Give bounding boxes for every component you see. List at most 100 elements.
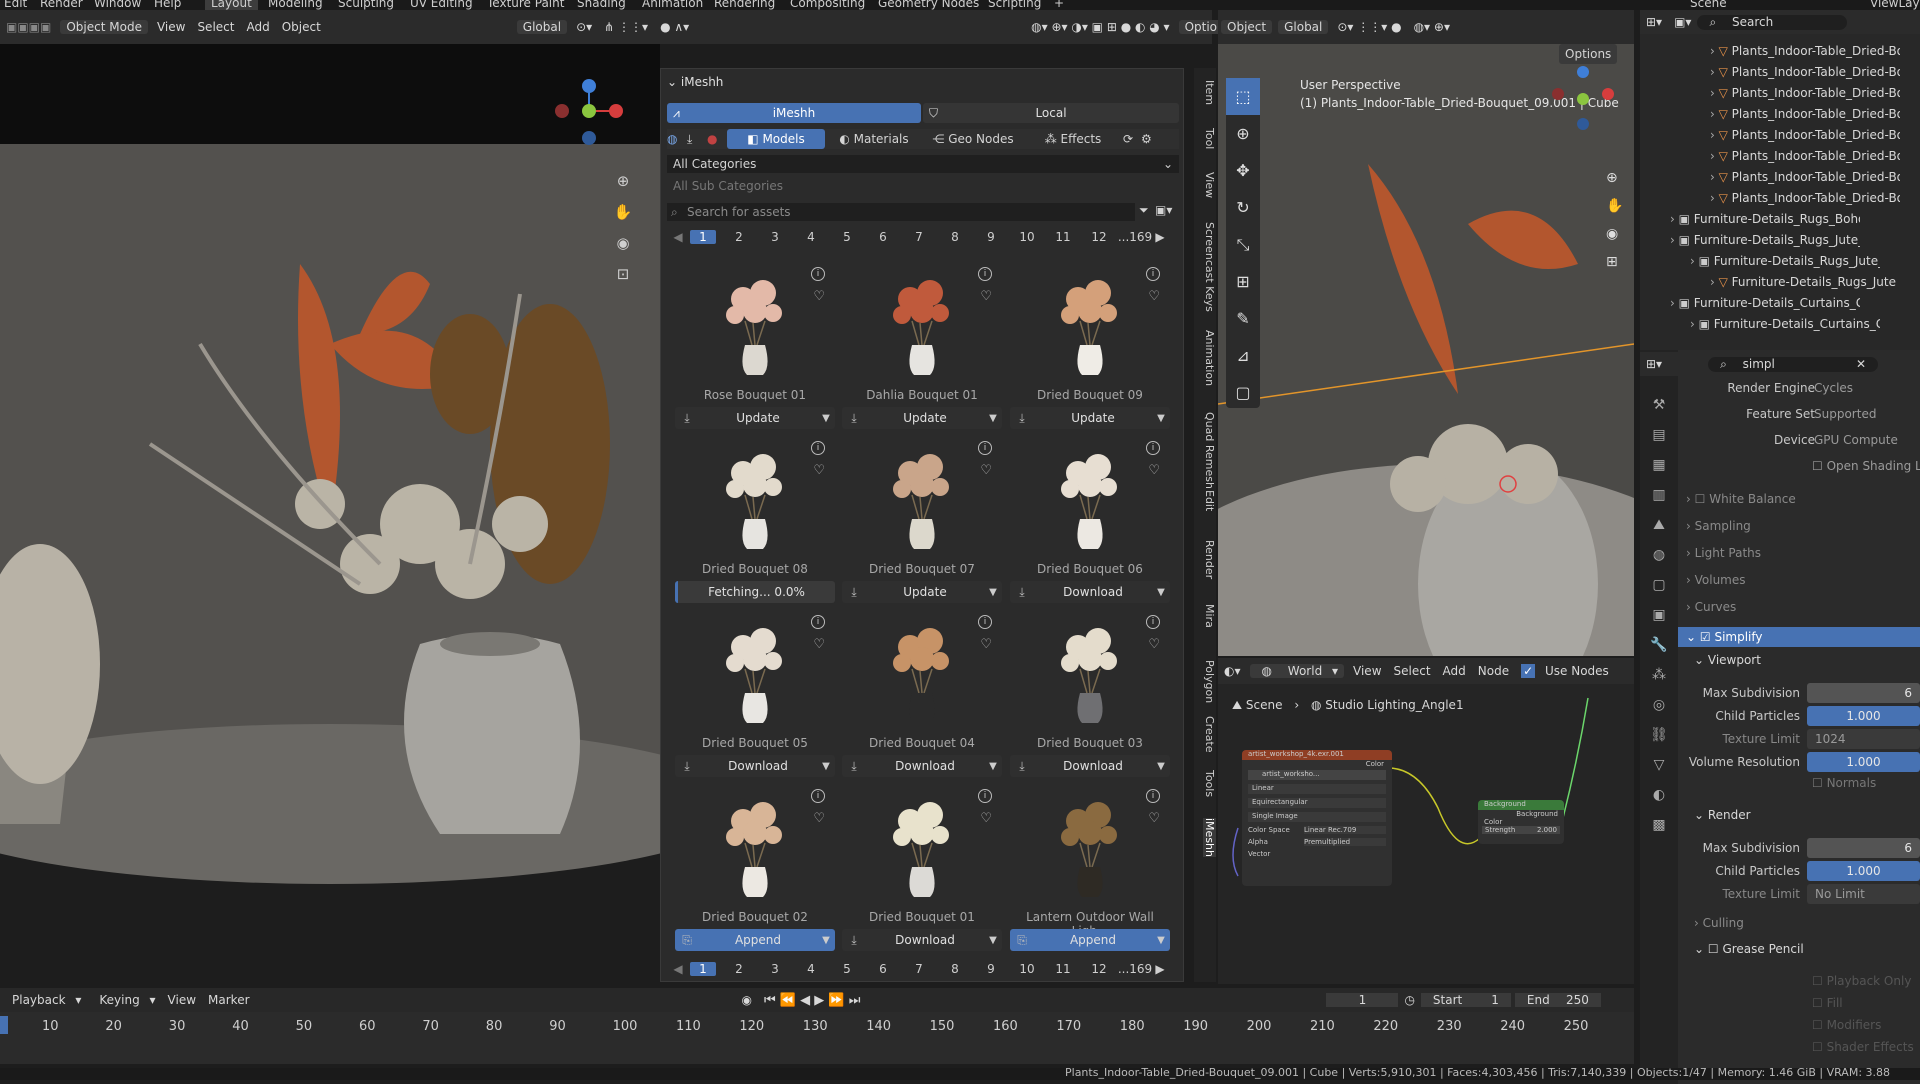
collapse-icon[interactable]: ⌄ bbox=[667, 75, 681, 89]
marker-menu[interactable]: Marker bbox=[202, 993, 255, 1007]
chevron-down-icon[interactable]: ▼ bbox=[817, 761, 835, 772]
sidebar-tab-render[interactable]: Render bbox=[1203, 540, 1216, 579]
constraints-icon[interactable]: ⛓ bbox=[1640, 720, 1678, 750]
asset-action-button[interactable]: ⤓ Update ▼ bbox=[1010, 407, 1170, 429]
render-engine-dropdown[interactable]: Cycles bbox=[1814, 381, 1853, 395]
info-icon[interactable]: i bbox=[811, 267, 825, 281]
page-5[interactable]: 5 bbox=[829, 962, 865, 976]
chevron-down-icon[interactable]: ▼ bbox=[1152, 413, 1170, 424]
asset-card[interactable]: i ♡ Dried Bouquet 01 ⤓ Download ▼ bbox=[842, 785, 1002, 953]
panel-white-balance[interactable]: › ☐ White Balance bbox=[1686, 492, 1920, 506]
asset-thumbnail[interactable] bbox=[675, 263, 835, 397]
page-3[interactable]: 3 bbox=[757, 230, 793, 244]
current-frame-field[interactable]: 1 bbox=[1326, 993, 1399, 1007]
playhead[interactable] bbox=[0, 1016, 8, 1034]
info-icon[interactable]: i bbox=[978, 789, 992, 803]
image-selector[interactable]: artist_worksho... bbox=[1248, 770, 1386, 780]
camera-icon[interactable]: ◉ bbox=[612, 228, 634, 259]
texture-limit-dropdown[interactable]: 1024 bbox=[1807, 729, 1920, 749]
asset-thumbnail[interactable] bbox=[1010, 263, 1170, 397]
chevron-down-icon[interactable]: ▼ bbox=[1152, 587, 1170, 598]
gp-shader-effects-checkbox[interactable]: ☐ Shader Effects bbox=[1812, 1040, 1914, 1054]
page-1[interactable]: 1 bbox=[690, 962, 716, 976]
outliner-row[interactable]: › ▣ Furniture-Details_Rugs_Boho_01.001 bbox=[1670, 212, 1860, 232]
page-6[interactable]: 6 bbox=[865, 962, 901, 976]
scene-selector[interactable]: Scene bbox=[1690, 0, 1727, 10]
sidebar-tab-view[interactable]: View bbox=[1203, 172, 1216, 198]
expand-icon[interactable]: › bbox=[1710, 65, 1719, 79]
menu-help[interactable]: Help bbox=[154, 0, 181, 10]
view-toggle-icon[interactable]: ▣▾ bbox=[1155, 203, 1172, 217]
asset-action-button[interactable]: ⤓ Download ▼ bbox=[842, 929, 1002, 951]
tab-imeshh-source[interactable]: ⩘ iMeshh bbox=[667, 103, 921, 123]
keying-menu[interactable]: Keying ▾ bbox=[87, 993, 161, 1007]
expand-icon[interactable]: › bbox=[1710, 191, 1719, 205]
device-dropdown[interactable]: GPU Compute bbox=[1814, 433, 1898, 447]
checkbox-icon[interactable]: ☐ bbox=[1695, 492, 1710, 506]
add-cube-icon[interactable]: ▢ bbox=[1226, 374, 1260, 411]
page-10[interactable]: 10 bbox=[1009, 962, 1045, 976]
tab-rendering[interactable]: Rendering bbox=[714, 0, 775, 10]
outliner-row[interactable]: › ▽ Plants_Indoor-Table_Dried-Bou bbox=[1710, 149, 1900, 169]
page-10[interactable]: 10 bbox=[1009, 230, 1045, 244]
expand-icon[interactable]: › bbox=[1670, 212, 1679, 226]
info-icon[interactable]: i bbox=[1146, 267, 1160, 281]
chevron-down-icon[interactable]: ▼ bbox=[1152, 935, 1170, 946]
asset-action-button[interactable]: ⎘ Append ▼ bbox=[675, 929, 835, 951]
transform-icon[interactable]: ⊞ bbox=[1226, 263, 1260, 300]
panel-sampling[interactable]: › Sampling bbox=[1686, 519, 1920, 533]
search-input[interactable]: ⌕ Search for assets bbox=[667, 203, 1135, 221]
max-subdivision-field[interactable]: 6 bbox=[1807, 683, 1920, 703]
page-8[interactable]: 8 bbox=[937, 962, 973, 976]
panel-volumes[interactable]: › Volumes bbox=[1686, 573, 1920, 587]
sidebar-tab-tools[interactable]: Tools bbox=[1203, 770, 1216, 797]
outliner-row[interactable]: › ▽ Plants_Indoor-Table_Dried-Bou bbox=[1710, 44, 1900, 64]
outliner-row[interactable]: › ▣ Furniture-Details_Rugs_Jute_01.001 bbox=[1690, 254, 1880, 274]
page-12[interactable]: 12 bbox=[1081, 230, 1117, 244]
heart-icon[interactable]: ♡ bbox=[1148, 637, 1160, 652]
tab-layout[interactable]: Layout bbox=[205, 0, 258, 10]
sidebar-tab-animation[interactable]: Animation bbox=[1203, 330, 1216, 386]
tab-texture-paint[interactable]: Texture Paint bbox=[487, 0, 564, 10]
volume-resolution-field[interactable]: 1.000 bbox=[1807, 752, 1920, 772]
asset-card[interactable]: i ♡ Dried Bouquet 06 ⤓ Download ▼ bbox=[1010, 437, 1170, 605]
asset-action-button[interactable]: ⤓ Download ▼ bbox=[842, 755, 1002, 777]
chevron-down-icon[interactable]: ▼ bbox=[984, 587, 1002, 598]
output-icon[interactable]: ▦ bbox=[1640, 450, 1678, 480]
page-4[interactable]: 4 bbox=[793, 962, 829, 976]
menu-window[interactable]: Window bbox=[94, 0, 141, 10]
asset-action-button[interactable]: ⤓ Download ▼ bbox=[1010, 755, 1170, 777]
grease-pencil-panel[interactable]: ⌄ ☐ Grease Pencil bbox=[1694, 942, 1920, 956]
page-6[interactable]: 6 bbox=[865, 230, 901, 244]
asset-card[interactable]: i ♡ Dried Bouquet 08 Fetching... 0.0% bbox=[675, 437, 835, 605]
data-icon[interactable]: ▽ bbox=[1640, 750, 1678, 780]
asset-action-button[interactable]: ⤓ Update ▼ bbox=[842, 407, 1002, 429]
snap-icon[interactable]: ⋔ ⋮⋮▾ bbox=[598, 20, 654, 34]
checkbox-icon[interactable]: ☑ bbox=[1700, 630, 1715, 644]
measure-icon[interactable]: ⊿ bbox=[1226, 337, 1260, 374]
navigation-gizmo[interactable] bbox=[1548, 64, 1618, 137]
asset-card[interactable]: i ♡ Lantern Outdoor Wall Ligh... ⎘ Appen… bbox=[1010, 785, 1170, 953]
sidebar-tab-polygon[interactable]: Polygon bbox=[1203, 660, 1216, 703]
sidebar-tab-imeshh[interactable]: iMeshh bbox=[1203, 818, 1216, 857]
sidebar-tab-quad-remesh[interactable]: Quad Remesh bbox=[1203, 412, 1216, 489]
gear-icon[interactable]: ⚙ bbox=[1141, 132, 1159, 146]
subcategory-dropdown[interactable]: All Sub Categories bbox=[667, 177, 1179, 195]
info-icon[interactable]: i bbox=[978, 267, 992, 281]
culling-panel[interactable]: › Culling bbox=[1694, 916, 1920, 930]
pan-hand-icon[interactable]: ✋ bbox=[1606, 192, 1623, 220]
asset-action-button[interactable]: Fetching... 0.0% bbox=[675, 581, 835, 603]
annotate-icon[interactable]: ✎ bbox=[1226, 300, 1260, 337]
expand-icon[interactable]: › bbox=[1670, 296, 1679, 310]
asset-card[interactable]: i ♡ Dried Bouquet 03 ⤓ Download ▼ bbox=[1010, 611, 1170, 779]
world-icon[interactable]: ◍ bbox=[1640, 540, 1678, 570]
info-icon[interactable]: i bbox=[811, 789, 825, 803]
page-11[interactable]: 11 bbox=[1045, 962, 1081, 976]
chevron-down-icon[interactable]: ▼ bbox=[984, 935, 1002, 946]
info-icon[interactable]: i bbox=[1146, 615, 1160, 629]
strength-field[interactable]: 2.000 bbox=[1537, 826, 1557, 834]
asset-card[interactable]: i ♡ Dried Bouquet 05 ⤓ Download ▼ bbox=[675, 611, 835, 779]
expand-icon[interactable]: › bbox=[1690, 254, 1699, 268]
chevron-down-icon[interactable]: ▼ bbox=[817, 413, 835, 424]
sidebar-tab-mira[interactable]: Mira bbox=[1203, 604, 1216, 628]
